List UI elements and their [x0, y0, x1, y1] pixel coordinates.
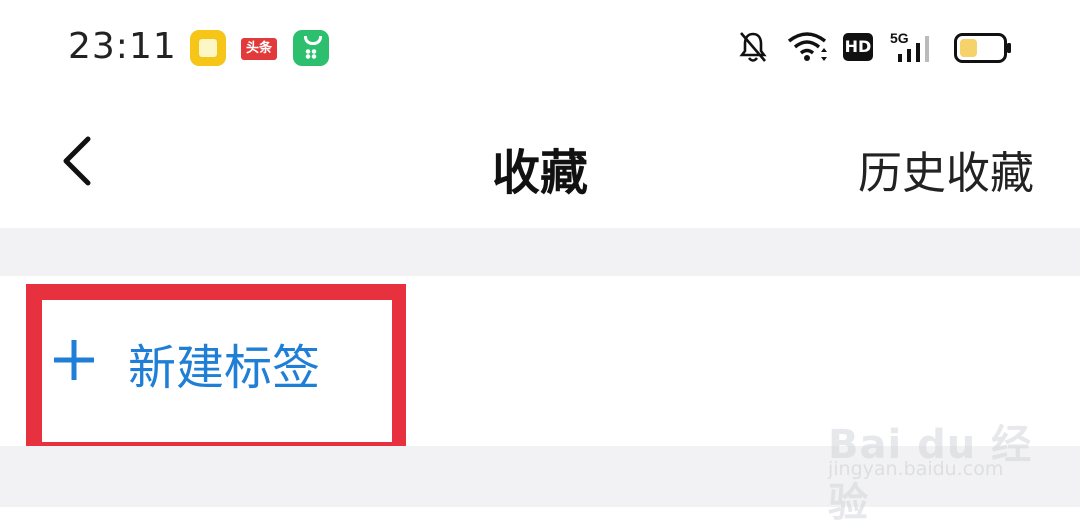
network-type-label: 5G [890, 30, 909, 46]
status-bar: 23:11 头条 HD 5G [0, 0, 1080, 95]
section-divider [0, 228, 1080, 276]
shop-app-icon [293, 30, 329, 66]
battery-icon [954, 33, 1011, 63]
top-nav-bar: 收藏 历史收藏 [0, 95, 1080, 228]
plus-icon [54, 340, 94, 380]
bell-muted-icon [739, 32, 767, 62]
signal-5g-icon: 5G [890, 30, 929, 62]
status-time: 23:11 [68, 26, 177, 67]
watermark-url: jingyan.baidu.com [828, 458, 1004, 480]
history-favorites-button[interactable]: 历史收藏 [858, 137, 1034, 201]
wifi-icon [787, 32, 827, 61]
notes-app-icon [190, 30, 226, 66]
battery-fill [960, 39, 977, 57]
new-tag-label: 新建标签 [128, 340, 321, 396]
baidu-jingyan-watermark: Bai du 经验 jingyan.baidu.com [828, 388, 1038, 526]
toutiao-app-icon: 头条 [241, 38, 277, 60]
hd-icon: HD [843, 33, 873, 61]
